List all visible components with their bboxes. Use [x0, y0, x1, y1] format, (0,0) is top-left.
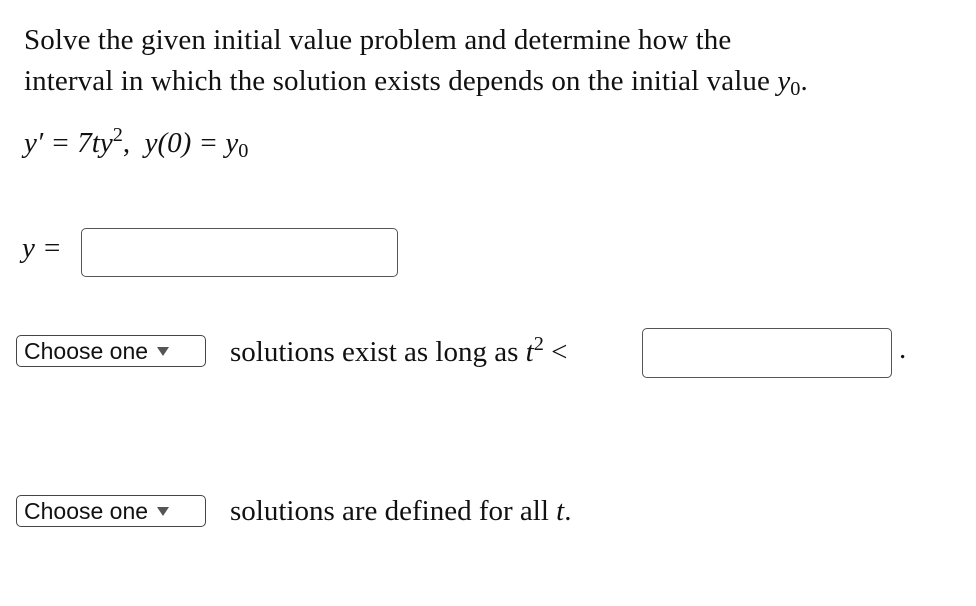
prompt-var-subscript: 0: [790, 78, 801, 101]
condition-1-dropdown-value: Choose one: [24, 337, 149, 364]
condition-1-dropdown[interactable]: Choose one: [16, 335, 206, 367]
y-answer-label-text: y =: [22, 232, 62, 264]
condition-2-statement: solutions are defined for all t.: [230, 495, 571, 528]
equation-lhs: y′ = 7ty: [24, 127, 113, 160]
y-answer-label: y =: [22, 232, 62, 265]
initial-condition: y(0) = y: [144, 127, 239, 160]
caret-down-icon: [157, 506, 170, 516]
condition-2-dropdown-value: Choose one: [24, 497, 149, 524]
equation-separator: ,: [122, 127, 145, 160]
y-solution-input[interactable]: [81, 228, 398, 277]
condition-1-exponent: 2: [533, 333, 544, 355]
condition-2-text: solutions are defined for all: [230, 495, 557, 527]
prompt-var-y: y: [777, 65, 791, 97]
equation-exponent: 2: [112, 124, 123, 146]
condition-1-less-than: <: [543, 336, 568, 369]
condition-2-period: .: [564, 495, 572, 527]
t-squared-bound-input[interactable]: [642, 328, 892, 378]
condition-2-dropdown[interactable]: Choose one: [16, 495, 206, 527]
differential-equation: y′ = 7ty2, y(0) = y0: [24, 124, 248, 163]
condition-1-var: t: [525, 336, 534, 369]
prompt-period: .: [800, 65, 808, 97]
condition-1-statement: solutions exist as long as t2 <: [230, 333, 567, 369]
prompt-line-2: interval in which the solution exists de…: [24, 61, 808, 110]
initial-condition-subscript: 0: [238, 140, 249, 163]
caret-down-icon: [157, 346, 170, 356]
condition-2-var: t: [556, 495, 565, 527]
prompt-line-2-text: interval in which the solution exists de…: [24, 65, 778, 97]
condition-1-text: solutions exist as long as: [230, 336, 526, 369]
prompt-line-1: Solve the given initial value problem an…: [24, 24, 732, 56]
problem-prompt: Solve the given initial value problem an…: [24, 20, 808, 110]
condition-1-period: .: [899, 333, 907, 365]
